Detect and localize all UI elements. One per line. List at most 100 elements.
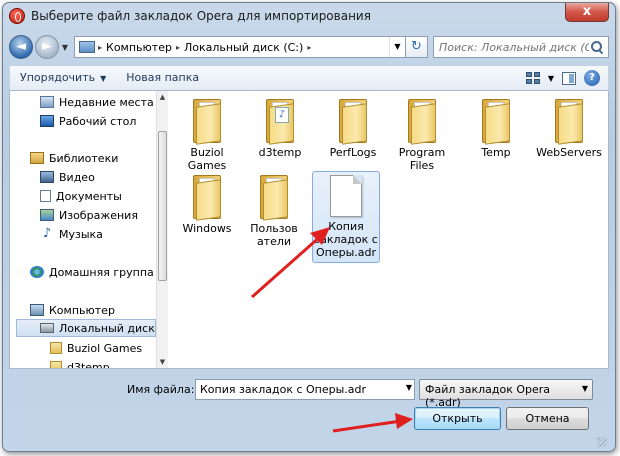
folder-icon xyxy=(339,99,367,145)
browser-area: Недавние места Рабочий стол Библиотеки В… xyxy=(9,91,609,369)
sidebar-item-label: Локальный диск xyxy=(59,321,155,335)
scroll-down-icon[interactable]: ▼ xyxy=(157,356,168,368)
address-bar[interactable]: ▸ Компьютер ▸ Локальный диск (C:) ▸ ▼ xyxy=(74,36,406,58)
preview-pane-icon[interactable] xyxy=(562,71,576,85)
sidebar-item-label: Документы xyxy=(56,189,122,203)
sidebar-item-buziol-games[interactable]: Buziol Games xyxy=(50,339,142,357)
filename-label: Имя файла: xyxy=(127,383,195,396)
sidebar-item-label: Библиотеки xyxy=(49,151,119,165)
sidebar-item-libraries[interactable]: Библиотеки xyxy=(30,149,118,167)
chevron-down-icon[interactable]: ▼ xyxy=(406,383,412,392)
sidebar-scrollbar[interactable]: ▲ ▼ xyxy=(156,91,168,368)
chevron-down-icon: ▼ xyxy=(581,384,588,393)
libraries-icon xyxy=(30,152,44,164)
filetype-value: Файл закладок Opera (*.adr) xyxy=(425,383,551,409)
sidebar-item-label: Изображения xyxy=(59,208,138,222)
folder-icon xyxy=(50,342,62,354)
refresh-button[interactable]: ↻ xyxy=(406,36,428,58)
video-icon xyxy=(40,171,54,183)
file-label: PerfLogs xyxy=(329,146,377,159)
file-item-users[interactable]: Пользователи xyxy=(250,175,298,248)
sidebar-item-homegroup[interactable]: Домашняя группа xyxy=(30,263,154,281)
file-label: d3temp xyxy=(258,146,302,159)
search-icon[interactable] xyxy=(591,41,603,53)
sidebar-item-label: Музыка xyxy=(59,227,103,241)
change-view-icon[interactable] xyxy=(525,72,540,84)
file-label: Program Files xyxy=(398,146,446,172)
file-list: Buziol Games ♪ d3temp PerfLogs Program F… xyxy=(172,91,608,368)
sidebar-item-images[interactable]: Изображения xyxy=(40,206,138,224)
breadcrumb-local-disk[interactable]: Локальный диск (C:) xyxy=(180,41,307,54)
file-item-buziol-games[interactable]: Buziol Games xyxy=(172,99,242,172)
folder-icon xyxy=(193,99,221,145)
filetype-select[interactable]: Файл закладок Opera (*.adr) ▼ xyxy=(419,379,593,409)
sidebar-item-recent[interactable]: Недавние места xyxy=(40,93,154,111)
sidebar-item-music[interactable]: ♪ Музыка xyxy=(40,225,103,243)
scroll-thumb[interactable] xyxy=(158,131,167,281)
close-button[interactable]: x xyxy=(565,3,609,22)
opera-icon xyxy=(9,8,25,24)
file-open-dialog: Выберите файл закладок Opera для импорти… xyxy=(2,2,616,452)
navigation-bar: ◄ ► ▼ ▸ Компьютер ▸ Локальный диск (C:) … xyxy=(9,33,609,61)
file-label: Пользователи xyxy=(250,222,298,248)
computer-icon xyxy=(30,304,44,316)
breadcrumb-computer[interactable]: Компьютер xyxy=(102,41,176,54)
help-icon[interactable]: ? xyxy=(584,70,600,86)
back-button[interactable]: ◄ xyxy=(9,35,33,59)
crumb-separator-icon[interactable]: ▸ xyxy=(307,43,311,52)
music-icon: ♪ xyxy=(42,226,52,241)
sidebar-item-d3temp[interactable]: d3temp xyxy=(50,358,110,368)
file-item-webservers[interactable]: WebServers xyxy=(534,99,604,159)
folder-icon xyxy=(260,175,288,221)
sidebar-item-documents[interactable]: Документы xyxy=(40,187,122,205)
sidebar-item-video[interactable]: Видео xyxy=(40,168,95,186)
sidebar-item-label: Видео xyxy=(59,170,95,184)
folder-icon xyxy=(482,99,510,145)
folder-icon xyxy=(50,361,62,368)
file-item-bookmarks-adr[interactable]: Копия закладок с Оперы.adr xyxy=(312,171,380,263)
history-dropdown[interactable]: ▼ xyxy=(60,43,70,52)
sidebar-item-computer[interactable]: Компьютер xyxy=(30,301,115,319)
document-icon xyxy=(330,175,362,217)
new-folder-button[interactable]: Новая папка xyxy=(116,66,209,90)
scroll-up-icon[interactable]: ▲ xyxy=(157,91,168,103)
desktop-icon xyxy=(40,115,54,127)
command-toolbar: Упорядочить ▼ Новая папка ▼ ? xyxy=(9,65,609,91)
homegroup-icon xyxy=(30,266,44,278)
view-options-dropdown[interactable]: ▼ xyxy=(548,74,554,83)
title-bar[interactable]: Выберите файл закладок Opera для импорти… xyxy=(3,3,615,29)
file-item-d3temp[interactable]: ♪ d3temp xyxy=(245,99,315,159)
open-button[interactable]: Открыть xyxy=(414,407,501,430)
dialog-footer: Имя файла: Копия закладок с Оперы.adr ▼ … xyxy=(9,373,609,449)
organize-label: Упорядочить xyxy=(20,71,96,84)
sidebar-item-label: Домашняя группа xyxy=(49,265,154,279)
recent-places-icon xyxy=(40,96,54,108)
chevron-down-icon: ▼ xyxy=(100,74,107,83)
resize-grip-icon[interactable] xyxy=(597,437,607,447)
sidebar-item-local-disk[interactable]: Локальный диск xyxy=(16,319,156,337)
sidebar-item-desktop[interactable]: Рабочий стол xyxy=(40,112,136,130)
computer-icon xyxy=(79,41,95,53)
file-label: Windows xyxy=(182,222,232,235)
cancel-button[interactable]: Отмена xyxy=(506,407,589,430)
file-item-program-files[interactable]: Program Files xyxy=(391,99,453,172)
sidebar-item-label: Компьютер xyxy=(49,303,115,317)
file-item-windows[interactable]: Windows xyxy=(172,175,242,235)
file-item-temp[interactable]: Temp xyxy=(461,99,531,159)
organize-button[interactable]: Упорядочить ▼ xyxy=(10,66,116,90)
file-label: Temp xyxy=(481,146,511,159)
folder-icon xyxy=(555,99,583,145)
search-input[interactable] xyxy=(439,40,589,54)
forward-button[interactable]: ► xyxy=(35,35,59,59)
sidebar-item-label: Buziol Games xyxy=(67,341,143,355)
folder-icon xyxy=(193,175,221,221)
window-title: Выберите файл закладок Opera для импорти… xyxy=(31,9,371,23)
annotation-arrow-icon xyxy=(332,413,413,433)
search-box[interactable] xyxy=(433,36,609,58)
folder-icon xyxy=(408,99,436,145)
file-item-perflogs[interactable]: PerfLogs xyxy=(318,99,388,159)
sidebar-item-label: Недавние места xyxy=(59,95,154,109)
filename-input[interactable]: Копия закладок с Оперы.adr ▼ xyxy=(195,379,415,400)
address-dropdown[interactable]: ▼ xyxy=(389,37,405,57)
drive-icon xyxy=(40,323,54,333)
